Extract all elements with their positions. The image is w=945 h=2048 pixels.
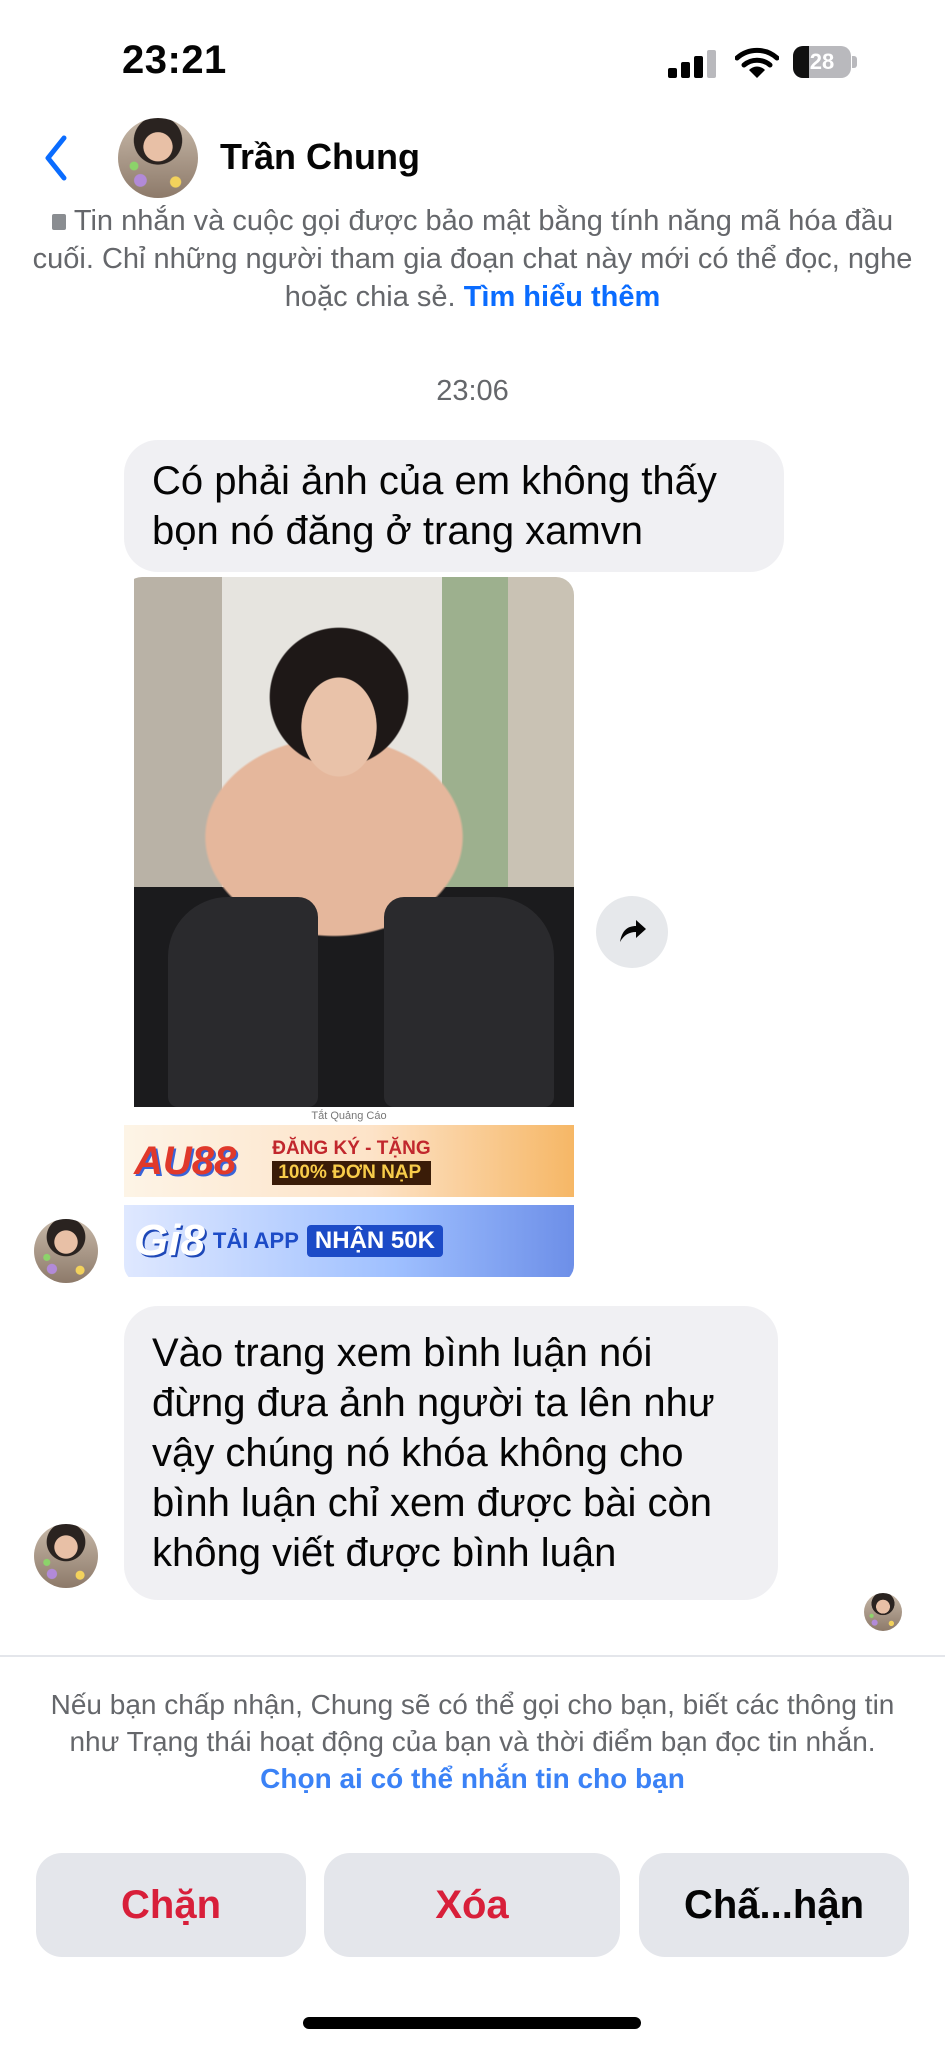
contact-name[interactable]: Trần Chung — [220, 136, 420, 178]
delete-button[interactable]: Xóa — [324, 1853, 620, 1957]
photo-caption: Tắt Quảng Cáo — [311, 1110, 387, 1122]
ad-text-line: 100% ĐƠN NẠP — [272, 1161, 431, 1185]
sender-avatar[interactable] — [34, 1524, 98, 1588]
message-request-text: Nếu bạn chấp nhận, Chung sẽ có thể gọi c… — [50, 1689, 895, 1757]
photo-message[interactable]: Tắt Quảng Cáo AU88 ĐĂNG KÝ - TẶNG 100% Đ… — [124, 577, 574, 1283]
ad-app-text: TẢI APP — [212, 1228, 299, 1253]
ad-banner-au88: AU88 ĐĂNG KÝ - TẶNG 100% ĐƠN NẠP — [124, 1125, 574, 1197]
message-bubble[interactable]: Vào trang xem bình luận nói đừng đưa ảnh… — [124, 1306, 778, 1600]
contact-avatar[interactable] — [118, 118, 198, 198]
choose-who-can-message-link[interactable]: Chọn ai có thể nhắn tin cho bạn — [260, 1763, 685, 1794]
divider — [0, 1655, 945, 1657]
message-request-notice: Nếu bạn chấp nhận, Chung sẽ có thể gọi c… — [50, 1686, 895, 1797]
share-button[interactable] — [596, 896, 668, 968]
cellular-signal-icon — [668, 50, 718, 78]
lock-icon — [51, 214, 66, 230]
ad-text-line: ĐĂNG KÝ - TẶNG — [272, 1138, 431, 1159]
status-time: 23:21 — [122, 38, 227, 82]
ad-brand: AU88 — [134, 1138, 237, 1183]
share-arrow-icon — [620, 920, 646, 942]
ad-banner-gi8: Gi8 TẢI APP NHẬN 50K — [124, 1205, 574, 1277]
message-bubble[interactable]: Có phải ảnh của em không thấy bọn nó đăn… — [124, 440, 784, 572]
read-receipt-avatar — [864, 1593, 902, 1631]
ad-brand: Gi8 — [134, 1216, 205, 1265]
shared-photo[interactable] — [134, 577, 574, 1107]
home-indicator[interactable] — [303, 2017, 641, 2029]
encryption-notice: Tin nhắn và cuộc gọi được bảo mật bằng t… — [30, 202, 915, 316]
battery-icon: 28 — [793, 46, 857, 78]
ad-text: ĐĂNG KÝ - TẶNG 100% ĐƠN NẠP — [272, 1137, 431, 1185]
wifi-icon — [734, 46, 780, 80]
block-button[interactable]: Chặn — [36, 1853, 306, 1957]
ad-cta: NHẬN 50K — [306, 1225, 443, 1257]
message-timestamp: 23:06 — [436, 375, 509, 407]
accept-button[interactable]: Chấ...hận — [639, 1853, 909, 1957]
battery-percent: 28 — [809, 49, 835, 74]
chevron-left-icon[interactable] — [36, 128, 76, 188]
sender-avatar[interactable] — [34, 1219, 98, 1283]
learn-more-link[interactable]: Tìm hiểu thêm — [464, 281, 661, 313]
